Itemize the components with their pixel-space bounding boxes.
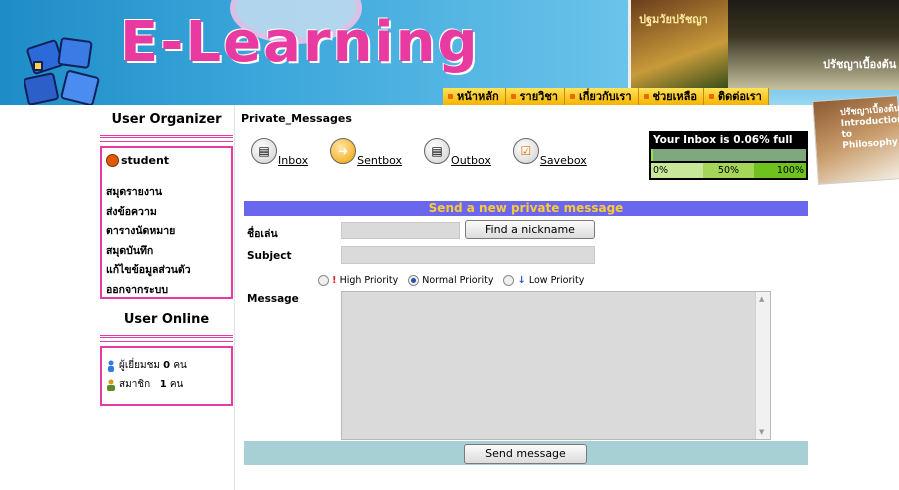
page-title: Private_Messages [241,112,352,125]
main-content: Private_Messages ▤ Inbox ➜ Sentbox ▤ Out… [234,105,818,490]
priority-high-radio[interactable] [318,275,329,286]
high-priority-icon: ! [332,275,337,286]
guests-label: ผู้เยี่ยมชม [119,360,160,371]
online-guests: ผู้เยี่ยมชม 0 คน [106,358,227,373]
books-logo-icon [24,37,100,105]
folder-inbox-label[interactable]: Inbox [278,154,308,167]
menu-edit-profile[interactable]: แก้ไขข้อมูลส่วนตัว [106,261,227,281]
member-icon [107,379,115,391]
inbox-usage-bar [651,149,806,161]
site-logo-text: E-Learning [120,10,480,75]
nav-courses[interactable]: รายวิชา [505,88,565,105]
message-textarea[interactable]: ▲ ▼ [341,291,771,440]
nav-home[interactable]: หน้าหลัก [443,88,506,105]
user-organizer-panel: student สมุดรายงาน ส่งข้อความ ตารางนัดหม… [100,146,233,299]
outbox-icon: ▤ [424,138,451,164]
nickname-input[interactable] [341,222,460,239]
priority-normal-radio[interactable] [408,275,420,286]
inbox-usage-meter: Your Inbox is 0.06% full 0% 50% 100% [649,131,808,180]
user-organizer-title: User Organizer [100,105,233,142]
current-user: student [106,154,227,167]
message-label: Message [247,293,299,305]
savebox-check-icon: ☑ [512,138,539,164]
book-cover-title: ปรัชญาเบื้องต้น Introduction to Philosop… [839,104,899,152]
folder-outbox[interactable]: ▤ Outbox [424,138,491,167]
book-cover-image: ปฐมวัยปรัชญา [628,0,731,90]
book-cover-image: ปรัชญาเบื้องต้น Introduction to Philosop… [812,95,899,185]
nickname-label: ชื่อเล่น [247,228,278,240]
find-nickname-button[interactable]: Find a nickname [465,220,595,239]
priority-high-label: High Priority [339,275,399,286]
send-message-button[interactable]: Send message [464,444,587,464]
scale-50: 50% [703,163,754,178]
form-footer: Send message [244,441,808,465]
message-scrollbar[interactable]: ▲ ▼ [755,292,770,439]
book-cover-title: ปรัชญาเบื้องต้น [823,58,897,71]
sidebar: User Organizer student สมุดรายงาน ส่งข้อ… [100,105,233,406]
scroll-down-icon[interactable]: ▼ [759,428,764,436]
scroll-up-icon[interactable]: ▲ [759,295,764,303]
members-label: สมาชิก [119,379,151,390]
user-icon [106,154,119,167]
form-header: Send a new private message [244,201,808,216]
book-cover-image: ปรัชญาเบื้องต้น [728,0,899,90]
username: student [121,154,170,167]
scale-100: 100% [753,163,806,178]
folder-outbox-label[interactable]: Outbox [451,154,491,167]
menu-notebook[interactable]: สมุดบันทึก [106,242,227,262]
folder-savebox[interactable]: ☑ Savebox [512,138,587,167]
priority-normal-label: Normal Priority [422,275,494,286]
priority-low-label: Low Priority [528,275,585,286]
inbox-icon: ▤ [251,138,277,164]
subject-input[interactable] [341,246,595,264]
top-nav: หน้าหลัก รายวิชา เกี่ยวกับเรา ช่วยเหลือ … [443,88,769,105]
low-priority-icon: ↓ [517,275,526,286]
folder-tabs: ▤ Inbox ➜ Sentbox ▤ Outbox ☑ Savebox [251,138,587,167]
guests-count: 0 [163,360,171,371]
members-unit: คน [169,379,184,390]
subject-label: Subject [247,250,292,262]
folder-savebox-label[interactable]: Savebox [540,154,587,167]
nav-contact[interactable]: ติดต่อเรา [703,88,769,105]
menu-send-message[interactable]: ส่งข้อความ [106,203,227,223]
online-members: สมาชิก 1 คน [106,377,227,392]
menu-report-book[interactable]: สมุดรายงาน [106,183,227,203]
menu-appointments[interactable]: ตารางนัดหมาย [106,222,227,242]
inbox-usage-text: Your Inbox is 0.06% full [653,134,793,146]
guests-unit: คน [173,360,187,371]
priority-options: ! High Priority Normal Priority ↓ Low Pr… [318,275,584,286]
send-message-form: Send a new private message ชื่อเล่น Find… [244,201,808,465]
folder-sentbox[interactable]: ➜ Sentbox [330,138,402,167]
menu-logout[interactable]: ออกจากระบบ [106,281,227,301]
sent-arrow-icon: ➜ [330,138,357,164]
scale-0: 0% [651,163,704,178]
inbox-usage-fill [651,149,653,161]
inbox-usage-scale: 0% 50% 100% [651,163,806,178]
nav-about[interactable]: เกี่ยวกับเรา [564,88,639,105]
user-online-title: User Online [100,305,233,342]
nav-help[interactable]: ช่วยเหลือ [638,88,704,105]
folder-inbox[interactable]: ▤ Inbox [251,138,308,167]
members-count: 1 [159,379,167,390]
book-cover-title: ปฐมวัยปรัชญา [639,13,708,26]
folder-sentbox-label[interactable]: Sentbox [357,154,402,167]
user-online-panel: ผู้เยี่ยมชม 0 คน สมาชิก 1 คน [100,346,233,406]
organizer-menu: สมุดรายงาน ส่งข้อความ ตารางนัดหมาย สมุดบ… [106,183,227,300]
priority-low-radio[interactable] [503,275,515,286]
header-banner: E-Learning ปฐมวัยปรัชญา ปรัชญาเบื้องต้น … [0,0,899,105]
people-icon [108,360,114,372]
